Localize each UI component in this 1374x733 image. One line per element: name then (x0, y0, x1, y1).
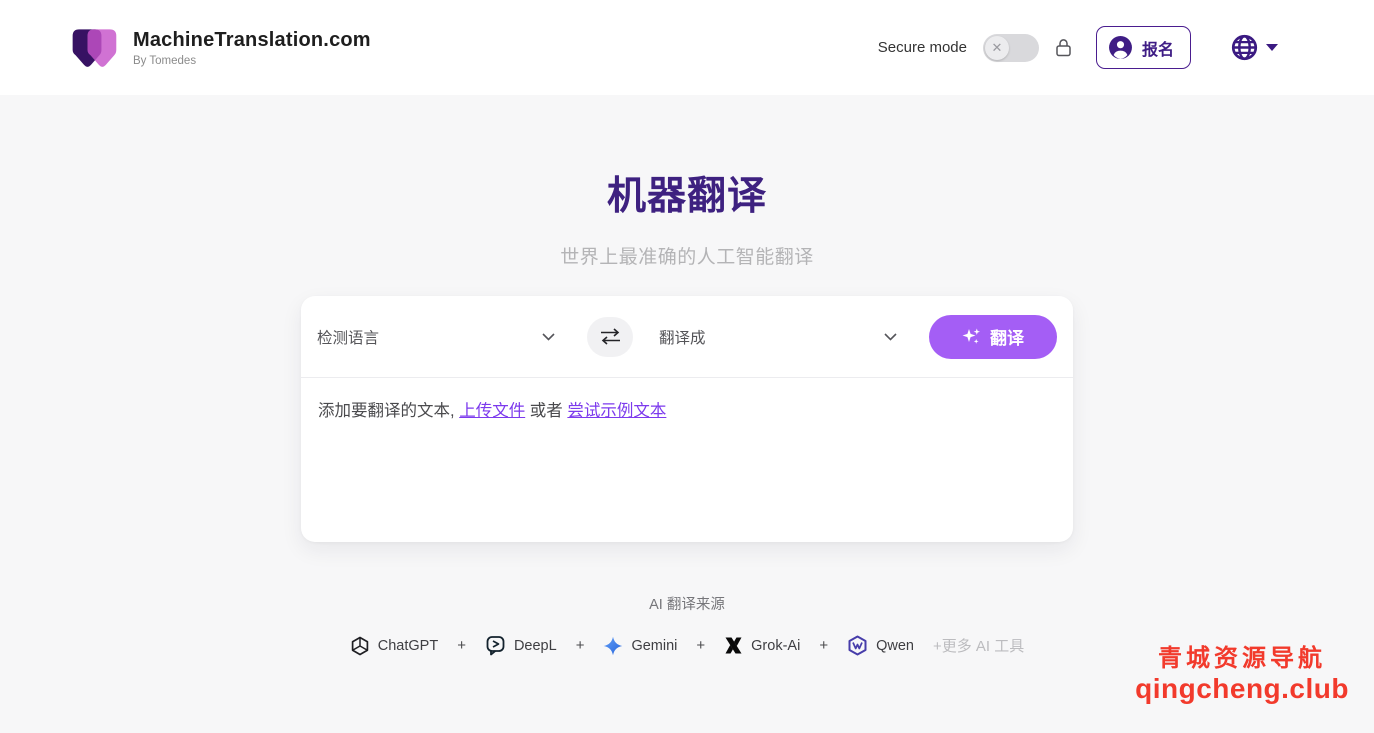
target-language-select[interactable]: 翻译成 (659, 326, 903, 348)
translate-button-label: 翻译 (990, 324, 1024, 349)
plus-separator: + (819, 637, 828, 654)
target-language-value: 翻译成 (659, 326, 706, 348)
deepl-icon (485, 635, 506, 656)
chevron-down-icon (1266, 44, 1278, 51)
chatgpt-icon (350, 636, 370, 656)
signup-button[interactable]: 报名 (1096, 26, 1191, 69)
input-placeholder: 添加要翻译的文本, 上传文件 或者 尝试示例文本 (318, 402, 666, 420)
brand-logo-icon (68, 25, 120, 71)
source-language-value: 检测语言 (317, 326, 379, 348)
page-subtitle: 世界上最准确的人工智能翻译 (0, 242, 1374, 269)
brand-subtitle: By Tomedes (133, 55, 371, 67)
user-icon (1108, 35, 1133, 60)
qwen-icon (847, 635, 868, 656)
secure-mode-toggle[interactable]: ✕ (983, 34, 1039, 62)
source-label: Qwen (876, 638, 914, 654)
grok-icon (724, 636, 743, 655)
globe-icon (1231, 34, 1258, 61)
header: MachineTranslation.com By Tomedes Secure… (0, 0, 1374, 95)
ai-sources-title: AI 翻译来源 (0, 593, 1374, 614)
lock-icon (1055, 38, 1072, 57)
source-deepl: DeepL (485, 635, 557, 656)
sample-text-link[interactable]: 尝试示例文本 (567, 402, 666, 420)
source-gemini: Gemini (603, 636, 677, 656)
watermark: 青城资源导航 qingcheng.club (1135, 645, 1349, 705)
plus-separator: + (457, 637, 466, 654)
toggle-x-icon: ✕ (992, 41, 1003, 54)
upload-file-link[interactable]: 上传文件 (459, 402, 525, 420)
chevron-down-icon (542, 333, 555, 341)
watermark-title: 青城资源导航 (1135, 645, 1349, 673)
main-content: 机器翻译 世界上最准确的人工智能翻译 检测语言 翻译成 (0, 95, 1374, 656)
language-menu[interactable] (1231, 34, 1278, 61)
chevron-down-icon (884, 333, 897, 341)
translator-card: 检测语言 翻译成 (301, 296, 1073, 542)
watermark-url: qingcheng.club (1135, 673, 1349, 705)
source-label: Grok-Ai (751, 638, 800, 654)
placeholder-prefix: 添加要翻译的文本, (318, 402, 455, 420)
source-grok: Grok-Ai (724, 636, 800, 655)
language-bar: 检测语言 翻译成 (301, 296, 1073, 378)
page-title: 机器翻译 (0, 165, 1374, 221)
swap-arrows-icon (599, 328, 622, 345)
source-label: DeepL (514, 638, 557, 654)
source-language-select[interactable]: 检测语言 (317, 326, 561, 348)
brand[interactable]: MachineTranslation.com By Tomedes (68, 25, 371, 71)
secure-mode-label: Secure mode (878, 39, 967, 56)
plus-separator: + (696, 637, 705, 654)
plus-separator: + (576, 637, 585, 654)
source-label: ChatGPT (378, 638, 438, 654)
header-right: Secure mode ✕ 报名 (878, 26, 1278, 69)
sparkles-icon (962, 327, 981, 346)
toggle-knob: ✕ (985, 36, 1009, 60)
brand-title: MachineTranslation.com (133, 29, 371, 52)
source-qwen: Qwen (847, 635, 914, 656)
brand-text: MachineTranslation.com By Tomedes (133, 29, 371, 67)
placeholder-or: 或者 (530, 402, 563, 420)
more-ai-tools-link[interactable]: +更多 AI 工具 (933, 635, 1024, 656)
source-label: Gemini (631, 638, 677, 654)
swap-languages-button[interactable] (587, 317, 633, 357)
translation-input[interactable]: 添加要翻译的文本, 上传文件 或者 尝试示例文本 (301, 378, 1073, 542)
source-chatgpt: ChatGPT (350, 636, 438, 656)
gemini-icon (603, 636, 623, 656)
signup-label: 报名 (1142, 36, 1174, 60)
translate-button[interactable]: 翻译 (929, 315, 1057, 359)
